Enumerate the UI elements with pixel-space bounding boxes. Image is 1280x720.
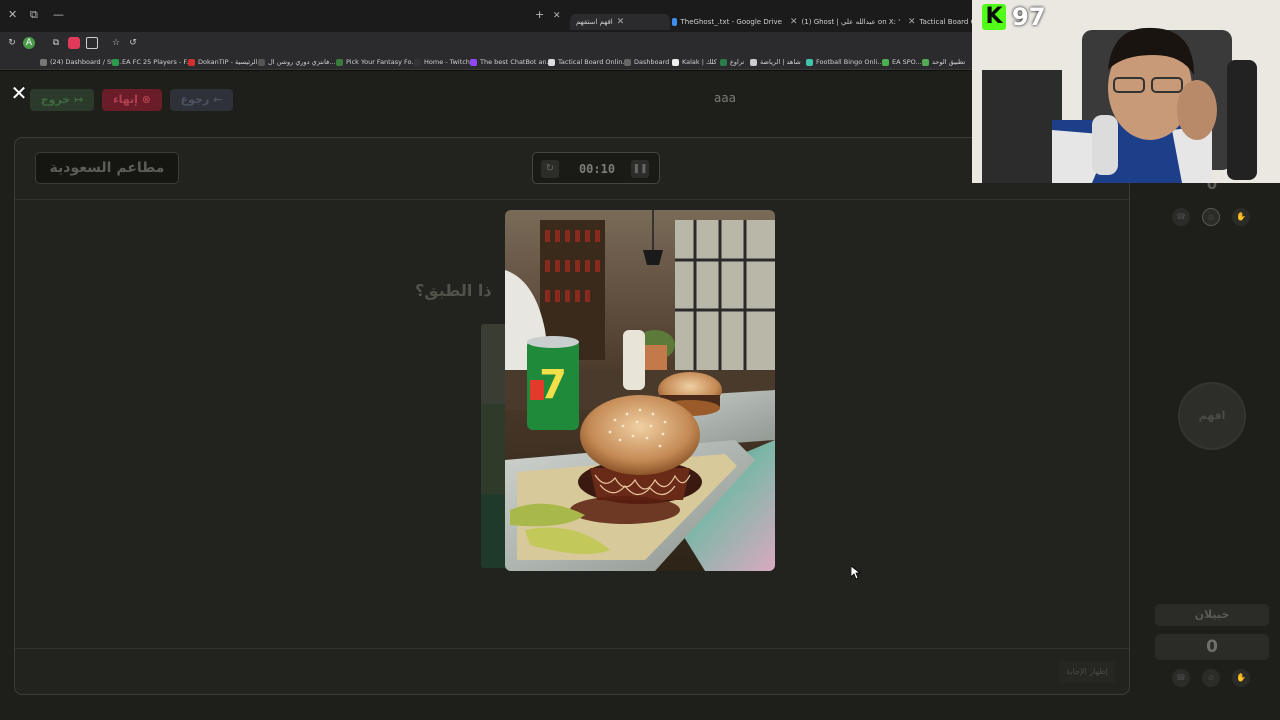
bookmark-item[interactable]: Kalak | كلك	[672, 57, 717, 67]
bookmark-item[interactable]: The best ChatBot an...	[470, 57, 553, 67]
kick-logo-icon: K	[982, 4, 1006, 30]
tab-label: افهم استفهم	[576, 18, 613, 26]
block-icon[interactable]: ⊘	[1202, 208, 1220, 226]
tab-close-icon[interactable]: ✕	[553, 9, 561, 23]
refresh-icon[interactable]: ↻	[541, 160, 559, 178]
team-score: 0	[1155, 634, 1269, 660]
minimize-window-icon[interactable]: —	[53, 8, 64, 22]
bookmark-item[interactable]: Tactical Board Onlin...	[548, 57, 629, 67]
tab-x-twitter[interactable]: ✕ (1) Ghost | عبدالله علي on X: "تعليقات…	[790, 14, 900, 30]
block-icon[interactable]: ⊘	[1202, 669, 1220, 687]
team-name: خبيلان	[1155, 604, 1269, 626]
lifeline-icon[interactable]: ✋	[1232, 669, 1250, 687]
bookmark-item[interactable]: DokanTIP - الرئيسية	[188, 57, 257, 67]
refresh-icon[interactable]: ↻	[6, 37, 18, 49]
room-code: aaa	[713, 91, 737, 105]
new-tab-icon[interactable]: +	[535, 8, 544, 22]
stream-viewer-badge: K 97	[982, 2, 1045, 32]
lifeline-icon[interactable]: ☎	[1172, 669, 1190, 687]
timer: ↻ 00:10 ❚❚	[532, 152, 660, 184]
category-label: مطاعم السعودية	[35, 152, 179, 184]
bookmark-item[interactable]: Pick Your Fantasy Fo...	[336, 57, 418, 67]
tab-close-icon[interactable]: ✕	[617, 14, 625, 30]
bookmark-item[interactable]: Home - Twitch	[414, 57, 470, 67]
bookmark-item[interactable]: EA FC 25 Players - F...	[112, 57, 192, 67]
history-icon[interactable]: ↺	[127, 37, 139, 49]
tab-label: Tactical Board Online	[919, 18, 972, 26]
bookmark-item[interactable]: (24) Dashboard / Str...	[40, 57, 122, 67]
bookmark-item[interactable]: Dashboard	[624, 57, 669, 67]
tab-label: TheGhost_.txt - Google Drive	[680, 18, 782, 26]
board-header: مطاعم السعودية ↻ 00:10 ❚❚	[15, 138, 1129, 200]
extension-icon[interactable]	[68, 37, 80, 49]
burger-photo: 7	[505, 210, 775, 571]
end-game-button[interactable]: إنهاء ⊗	[102, 89, 162, 111]
tab-close-icon[interactable]: ✕	[790, 14, 798, 30]
restore-window-icon[interactable]: ⧉	[30, 8, 38, 22]
bookmark-star-icon[interactable]: ☆	[110, 37, 122, 49]
bookmark-item[interactable]: Football Bingo Onli...	[806, 57, 883, 67]
viewer-count: 97	[1012, 3, 1046, 31]
extensions-icon[interactable]: ⧉	[50, 37, 62, 49]
show-answer-button[interactable]: إظهار الإجابة	[1059, 661, 1115, 683]
tab-close-icon[interactable]: ✕	[908, 14, 916, 30]
tab-tactical-board[interactable]: ✕ Tactical Board Online	[908, 14, 972, 30]
game-logo: افهم	[1178, 382, 1246, 450]
close-icon[interactable]: ✕	[8, 82, 30, 104]
timer-value: 00:10	[578, 162, 616, 176]
close-window-icon[interactable]: ✕	[8, 8, 17, 22]
lifeline-icon[interactable]: ✋	[1232, 208, 1250, 226]
tab-google-drive[interactable]: TheGhost_.txt - Google Drive	[672, 14, 782, 30]
pause-icon[interactable]: ❚❚	[631, 160, 649, 178]
bookmark-item[interactable]: فانتزي دوري روشن ال...	[258, 57, 335, 67]
back-button[interactable]: رجوع ←	[170, 89, 233, 111]
board-footer: إظهار الإجابة	[15, 648, 1129, 696]
google-drive-icon	[672, 18, 677, 26]
exit-button[interactable]: خروج ↦	[30, 89, 94, 111]
screenshot-icon[interactable]	[86, 37, 98, 49]
bookmark-item[interactable]: EA SPO...	[882, 57, 922, 67]
dish-image-enlarged[interactable]: 7	[505, 210, 775, 571]
lifeline-icon[interactable]: ☎	[1172, 208, 1190, 226]
tab-active[interactable]: افهم استفهم ✕	[570, 14, 670, 30]
bookmark-item[interactable]: شاهد | الرياضة	[750, 57, 801, 67]
bookmark-item[interactable]: تراوع	[720, 57, 744, 67]
mouse-cursor-icon	[851, 566, 861, 580]
bookmark-item[interactable]: تطبيق الوحد	[922, 57, 965, 67]
profile-avatar[interactable]: A	[23, 37, 35, 49]
tab-label: (1) Ghost | عبدالله علي on X: "تعليقات	[801, 18, 900, 26]
